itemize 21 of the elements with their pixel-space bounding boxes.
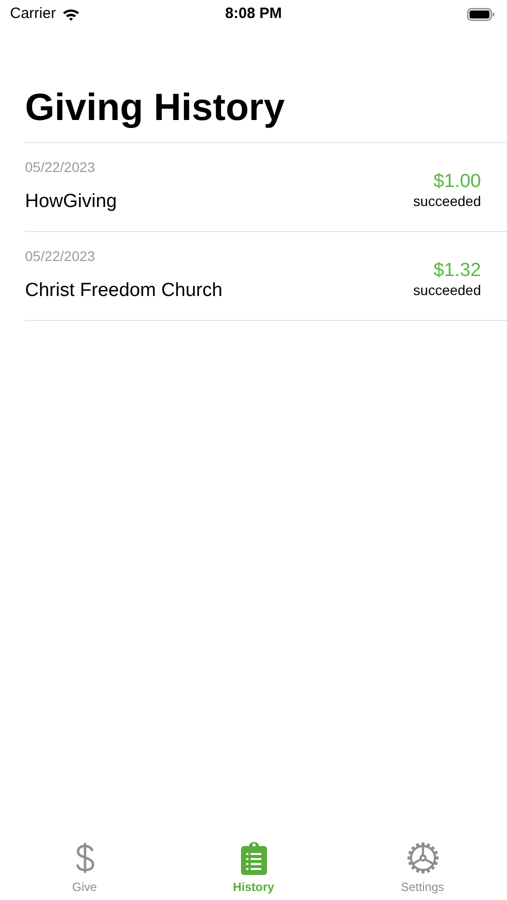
tab-bar-item[interactable]: Give: [0, 840, 169, 896]
clipboard-list-icon: [240, 841, 266, 875]
page-title: Giving History: [25, 86, 286, 130]
donation-status: succeeded: [413, 282, 481, 298]
wifi-icon: [62, 8, 80, 20]
recipient-name: HowGiving: [25, 190, 117, 214]
gear-icon: [406, 841, 440, 875]
recipient-name: Christ Freedom Church: [25, 279, 222, 304]
donation-row[interactable]: 05/22/2023 HowGiving $1.00 succeeded: [25, 143, 507, 232]
donation-amount: $1.32: [433, 260, 481, 282]
donation-row[interactable]: 05/22/2023 Christ Freedom Church $1.32 succeeded: [25, 232, 507, 321]
tab-bar-item[interactable]: Settings: [338, 840, 507, 896]
clock-time: 8:08 PM: [225, 4, 282, 24]
carrier-label: Carrier: [10, 4, 56, 24]
donation-date: 05/22/2023: [25, 158, 96, 178]
donation-date: 05/22/2023: [25, 247, 96, 266]
dollar-icon: [74, 842, 96, 874]
battery-icon: [466, 8, 495, 20]
donation-amount: $1.00: [433, 171, 481, 193]
tab-bar-item[interactable]: History: [169, 840, 338, 896]
donation-status: succeeded: [413, 193, 481, 209]
